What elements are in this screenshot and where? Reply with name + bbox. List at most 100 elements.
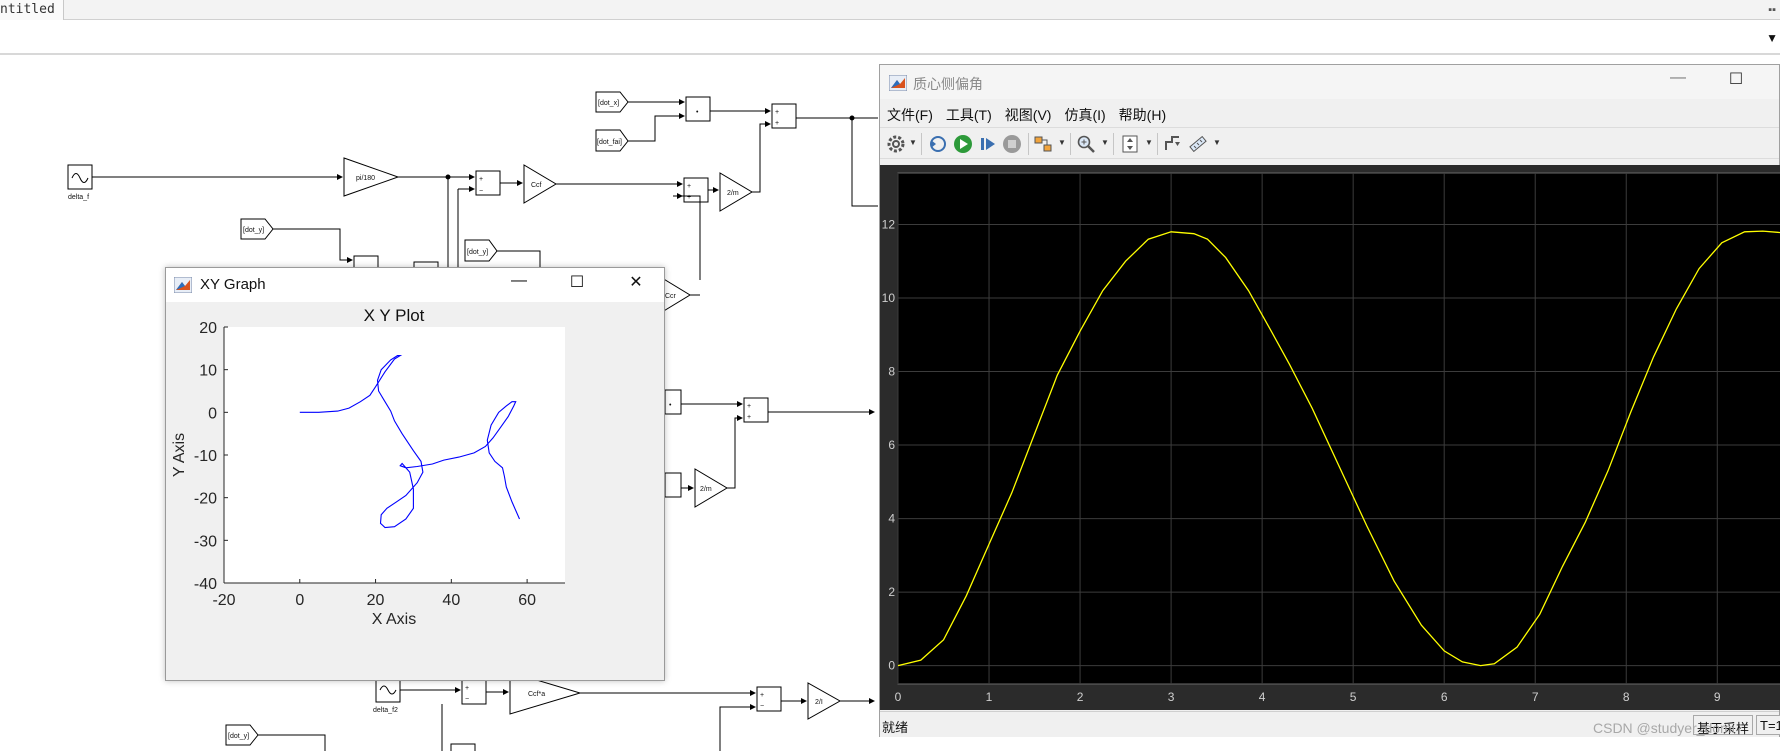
block-label-2i: 2/I [815, 699, 823, 706]
sum-sign-plus: + [775, 120, 779, 127]
chevron-down-icon[interactable]: ▼ [1145, 138, 1153, 147]
sum-block[interactable] [450, 743, 476, 751]
menu-help[interactable]: 帮助(H) [1112, 101, 1172, 125]
sum-sign-plus: + [760, 692, 764, 699]
step-forward-icon[interactable] [978, 134, 998, 154]
menu-view[interactable]: 视图(V) [998, 101, 1058, 125]
sum-sign-minus: − [479, 188, 483, 195]
stop-icon[interactable] [1002, 134, 1022, 154]
step-back-icon[interactable] [927, 134, 947, 154]
highlight-icon[interactable] [1033, 134, 1053, 154]
menu-tools[interactable]: 工具(T) [939, 101, 998, 125]
y-tick-label: -30 [194, 533, 217, 550]
block-label-ccf: Ccf [531, 182, 542, 189]
plot-title: X Y Plot [364, 306, 425, 325]
x-tick-label: 0 [295, 592, 304, 609]
block-label-delta-f2: delta_f2 [373, 707, 398, 714]
status-time: T=1 [1756, 715, 1780, 735]
product-block[interactable] [664, 389, 682, 415]
sum-sign-minus: − [465, 696, 469, 703]
y-tick-label: 6 [888, 438, 895, 452]
run-icon[interactable] [953, 134, 973, 154]
y-tick-label: 2 [888, 585, 895, 599]
measure-icon[interactable] [1188, 134, 1208, 154]
y-tick-label: 12 [882, 217, 896, 231]
watermark: CSDN @studyer_domi [1593, 720, 1735, 736]
x-tick-label: 5 [1350, 690, 1357, 704]
x-tick-label: 3 [1168, 690, 1175, 704]
block-label-2m: 2/m [727, 190, 739, 197]
x-tick-label: 0 [895, 690, 902, 704]
address-bar[interactable]: ▼ [0, 21, 1780, 55]
y-tick-label: 10 [882, 291, 896, 305]
y-tick-label: 8 [888, 365, 895, 379]
block-label-dot-x: [dot_x] [598, 100, 619, 107]
x-tick-label: 1 [986, 690, 993, 704]
y-tick-label: 0 [208, 405, 217, 422]
x-tick-label: 40 [442, 592, 460, 609]
sum-block[interactable] [664, 472, 682, 498]
sum-sign-plus: + [465, 685, 469, 692]
sum-sign-minus: − [760, 703, 764, 710]
scope-window-title: 质心侧偏角 [913, 76, 983, 92]
scope-plot-area[interactable]: 0 1 2 3 4 5 6 7 8 9121086420 [880, 165, 1780, 710]
x-tick-label: 4 [1259, 690, 1266, 704]
x-tick-label: 9 [1714, 690, 1721, 704]
sum-sign-plus: + [775, 109, 779, 116]
menu-simulation[interactable]: 仿真(I) [1057, 101, 1111, 125]
minimize-button[interactable]: — [1658, 69, 1698, 95]
xy-title-bar[interactable]: XY Graph — ☐ ✕ [166, 268, 664, 302]
sum-sign-plus: + [747, 414, 751, 421]
x-axis-label: X Axis [372, 611, 416, 628]
maximize-button[interactable]: ☐ [1716, 69, 1756, 95]
xy-plot-area[interactable]: X Y Plot -20 0 20 40 60 20 10 0 -10 -20 -30 -40 X A… [166, 302, 664, 680]
block-label-2m: 2/m [700, 486, 712, 493]
gear-icon[interactable] [886, 134, 906, 154]
y-tick-label: 20 [199, 320, 217, 337]
y-tick-label: 10 [199, 363, 217, 380]
triggers-icon[interactable] [1163, 134, 1183, 154]
autoscale-icon[interactable] [1120, 134, 1140, 154]
sum-sign-plus: + [687, 194, 691, 201]
gain-block-2i[interactable] [807, 682, 842, 720]
sum-sign-plus: + [747, 403, 751, 410]
xy-graph-window[interactable]: XY Graph — ☐ ✕ X Y Plot -20 0 20 40 60 20 10 0 -… [165, 267, 665, 681]
y-tick-label: 0 [888, 659, 895, 673]
menu-bar: 文件(F) 工具(T) 视图(V) 仿真(I) 帮助(H) [880, 101, 1779, 125]
chevron-down-icon[interactable]: ▼ [1213, 138, 1221, 147]
y-axis-label: Y Axis [171, 433, 188, 477]
y-tick-label: -10 [194, 448, 217, 465]
block-label-dot-y: [dot_y] [467, 249, 488, 256]
dropdown-arrow-icon[interactable]: ▼ [1766, 31, 1778, 45]
chevron-down-icon[interactable]: ▼ [909, 138, 917, 147]
overflow-icon[interactable]: ▪▪ [1768, 4, 1776, 16]
sum-sign-plus: + [687, 183, 691, 190]
x-tick-label: 7 [1532, 690, 1539, 704]
sum-sign-plus: + [479, 176, 483, 183]
minimize-button[interactable]: — [499, 272, 539, 298]
block-label-ccr: Ccr [665, 293, 677, 300]
zoom-icon[interactable] [1076, 134, 1096, 154]
chevron-down-icon[interactable]: ▼ [1058, 138, 1066, 147]
close-button[interactable]: ✕ [616, 272, 656, 298]
chevron-down-icon[interactable]: ▼ [1101, 138, 1109, 147]
y-tick-label: -40 [194, 576, 217, 593]
block-label-pi180: pi/180 [356, 175, 375, 182]
scope-window[interactable]: 质心侧偏角 — ☐ 文件(F) 工具(T) 视图(V) 仿真(I) 帮助(H) ▼ [879, 64, 1780, 737]
scope-title-bar[interactable]: 质心侧偏角 — ☐ [880, 65, 1779, 99]
matlab-icon [174, 277, 192, 293]
block-label-ccfa: Ccf*a [528, 691, 545, 698]
x-tick-label: 60 [518, 592, 536, 609]
menu-file[interactable]: 文件(F) [880, 101, 939, 125]
model-tab[interactable]: ntitled [0, 0, 64, 20]
block-label-dot-fai: [dot_fai] [597, 139, 622, 146]
x-tick-label: 20 [367, 592, 385, 609]
plot-axes-box [224, 327, 565, 583]
maximize-button[interactable]: ☐ [557, 272, 597, 298]
x-tick-label: 6 [1441, 690, 1448, 704]
x-tick-label: 8 [1623, 690, 1630, 704]
block-label-delta-f: delta_f [68, 194, 89, 201]
scope-axes [897, 172, 1780, 685]
status-text: 就绪 [882, 720, 909, 735]
x-tick-label: -20 [212, 592, 235, 609]
